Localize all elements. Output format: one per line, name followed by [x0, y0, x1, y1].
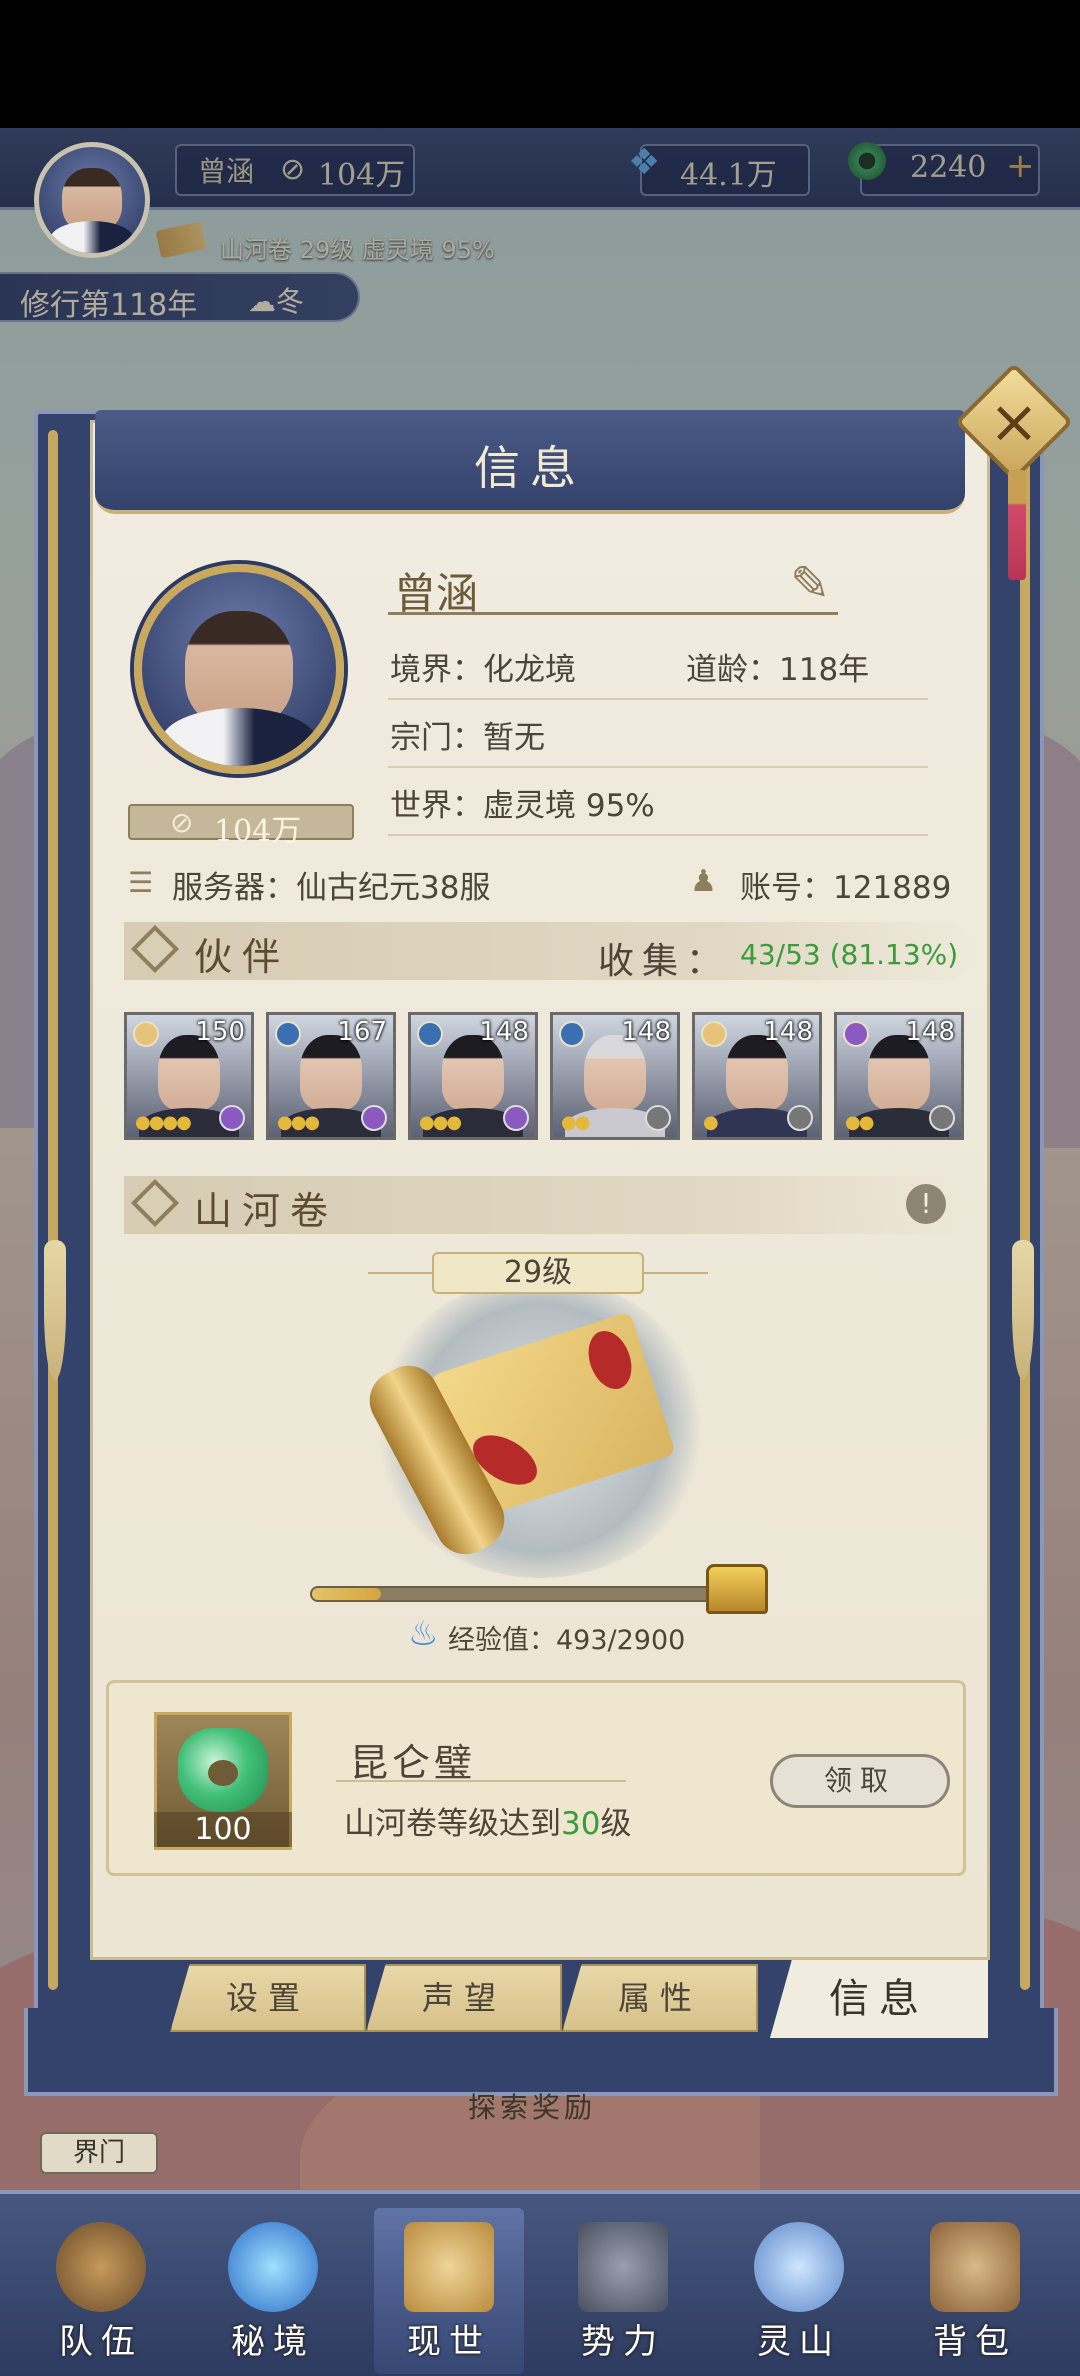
partner-level: 148: [479, 1017, 529, 1047]
scroll-title: 山河卷: [194, 1189, 339, 1233]
class-badge-icon: [645, 1105, 671, 1131]
nav-team[interactable]: 队伍: [26, 2208, 176, 2374]
exp-text: 经验值：493/2900: [448, 1625, 686, 1656]
left-rail: [48, 430, 58, 1990]
explore-reward-label[interactable]: 探索奖励: [468, 2086, 596, 2126]
nav-spirit-mountain[interactable]: 灵山: [724, 2208, 874, 2374]
partner-card[interactable]: 148 ●●: [834, 1012, 964, 1140]
realm-gate-button[interactable]: 界门: [40, 2132, 158, 2174]
reward-description: 山河卷等级达到30级: [344, 1798, 631, 1843]
right-rail: [1020, 430, 1030, 1990]
exp-flame-icon: ♨: [408, 1614, 439, 1654]
nav-label: 势力: [581, 2322, 665, 2362]
partner-level: 150: [195, 1017, 245, 1047]
partner-card[interactable]: 148 ●●●: [408, 1012, 538, 1140]
element-icon: [417, 1021, 443, 1047]
element-icon: [843, 1021, 869, 1047]
profile-power: 104万: [214, 814, 302, 849]
exp-progress-bar: [310, 1586, 720, 1602]
partners-title: 伙伴: [194, 935, 291, 979]
element-icon: [275, 1021, 301, 1047]
element-icon: [559, 1021, 585, 1047]
element-icon: [701, 1021, 727, 1047]
server-info: 服务器：仙古纪元38服: [172, 870, 491, 906]
partner-card[interactable]: 150 ●●●●: [124, 1012, 254, 1140]
reward-underline: [336, 1780, 626, 1782]
reward-quantity: 100: [154, 1812, 292, 1847]
age-info: 道龄：118年: [686, 652, 870, 688]
world-info: 世界：虚灵境 95%: [390, 788, 655, 824]
account-icon: ♟: [690, 864, 717, 899]
class-badge-icon: [787, 1105, 813, 1131]
right-tassel: [1012, 1240, 1034, 1380]
close-icon[interactable]: ×: [984, 380, 1044, 464]
vortex-icon: [228, 2222, 318, 2312]
name-underline: [388, 612, 838, 615]
star-icons: ●●●●: [135, 1112, 192, 1133]
divider: [388, 834, 928, 836]
nav-label: 秘境: [231, 2322, 315, 2362]
partner-level: 148: [621, 1017, 671, 1047]
element-icon: [133, 1021, 159, 1047]
exp-progress-fill: [312, 1588, 382, 1600]
map-scroll-icon: [404, 2222, 494, 2312]
server-icon: ☰: [128, 866, 154, 899]
account-info: 账号：121889: [740, 870, 952, 906]
tab-info[interactable]: 信息: [770, 1960, 988, 2038]
star-icons: ●●: [845, 1112, 874, 1133]
nav-label: 现世: [407, 2322, 491, 2362]
collect-label: 收集：: [598, 941, 731, 982]
treasure-chest-icon[interactable]: [706, 1564, 768, 1614]
scroll-level: 29级: [432, 1252, 644, 1294]
reward-desc-suffix: 级: [600, 1806, 632, 1842]
partner-card[interactable]: 148 ●●: [550, 1012, 680, 1140]
nav-backpack[interactable]: 背包: [900, 2208, 1050, 2374]
left-tassel: [44, 1240, 66, 1380]
claim-button[interactable]: 领取: [770, 1754, 950, 1808]
divider: [388, 766, 928, 768]
nav-world[interactable]: 现世: [374, 2208, 524, 2374]
nav-label: 队伍: [59, 2322, 143, 2362]
realm-info: 境界：化龙境: [390, 652, 576, 688]
partner-card[interactable]: 167 ●●●: [266, 1012, 396, 1140]
backpack-icon: [930, 2222, 1020, 2312]
brush-icon: ✎: [790, 556, 831, 612]
star-icons: ●●●: [419, 1112, 462, 1133]
reward-name: 昆仑璧: [350, 1741, 477, 1785]
class-badge-icon: [503, 1105, 529, 1131]
tab-reputation[interactable]: 声望: [366, 1964, 562, 2032]
reward-desc-level: 30: [561, 1806, 601, 1842]
power-icon: ⊘: [170, 806, 194, 839]
star-icons: ●●: [561, 1112, 590, 1133]
nav-label: 背包: [933, 2322, 1017, 2362]
divider: [388, 698, 928, 700]
class-badge-icon: [219, 1105, 245, 1131]
info-icon[interactable]: !: [906, 1184, 946, 1224]
collect-value: 43/53 (81.13%): [740, 938, 959, 971]
partner-card[interactable]: 148 ●: [692, 1012, 822, 1140]
profile-avatar: [134, 564, 344, 774]
team-icon: [56, 2222, 146, 2312]
jade-disc-hole: [208, 1760, 238, 1786]
star-icons: ●: [703, 1112, 719, 1133]
partner-level: 167: [337, 1017, 387, 1047]
palace-icon: [578, 2222, 668, 2312]
nav-label: 灵山: [757, 2322, 841, 2362]
close-tassel: [1008, 470, 1026, 580]
nav-secret-realm[interactable]: 秘境: [198, 2208, 348, 2374]
reward-desc-prefix: 山河卷等级达到: [344, 1806, 561, 1842]
tab-settings[interactable]: 设置: [170, 1964, 366, 2032]
mountain-icon: [754, 2222, 844, 2312]
player-avatar[interactable]: [34, 142, 150, 258]
status-bar: [0, 0, 1080, 128]
partner-level: 148: [905, 1017, 955, 1047]
tab-attributes[interactable]: 属性: [562, 1964, 758, 2032]
star-icons: ●●●: [277, 1112, 320, 1133]
class-badge-icon: [929, 1105, 955, 1131]
sect-info: 宗门：暂无: [390, 720, 545, 756]
class-badge-icon: [361, 1105, 387, 1131]
partner-level: 148: [763, 1017, 813, 1047]
nav-faction[interactable]: 势力: [548, 2208, 698, 2374]
modal-title: 信息: [474, 441, 586, 495]
